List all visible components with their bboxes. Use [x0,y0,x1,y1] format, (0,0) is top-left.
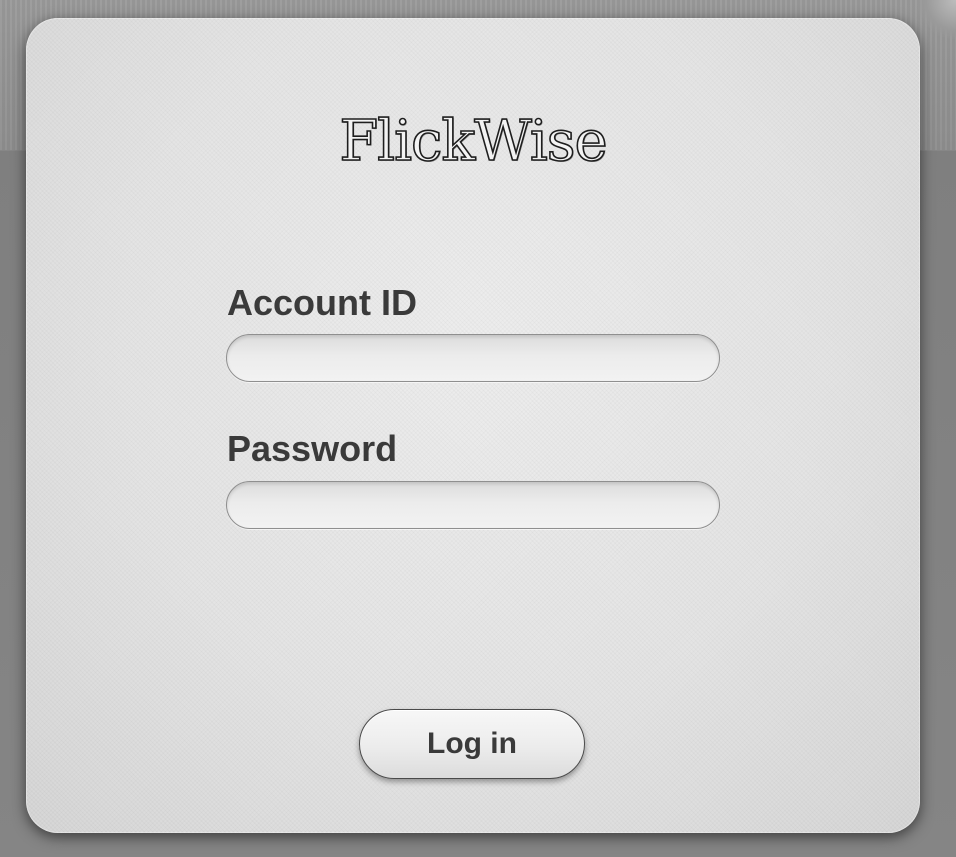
password-label: Password [227,428,398,469]
password-input[interactable] [226,481,720,529]
blurred-background-corner [916,0,956,40]
account-id-label: Account ID [227,282,418,323]
account-id-input[interactable] [226,334,720,382]
login-button[interactable]: Log in [359,709,585,779]
login-dialog: FlickWise Account ID Password Log in [26,18,920,833]
app-logo: FlickWise [339,109,609,174]
